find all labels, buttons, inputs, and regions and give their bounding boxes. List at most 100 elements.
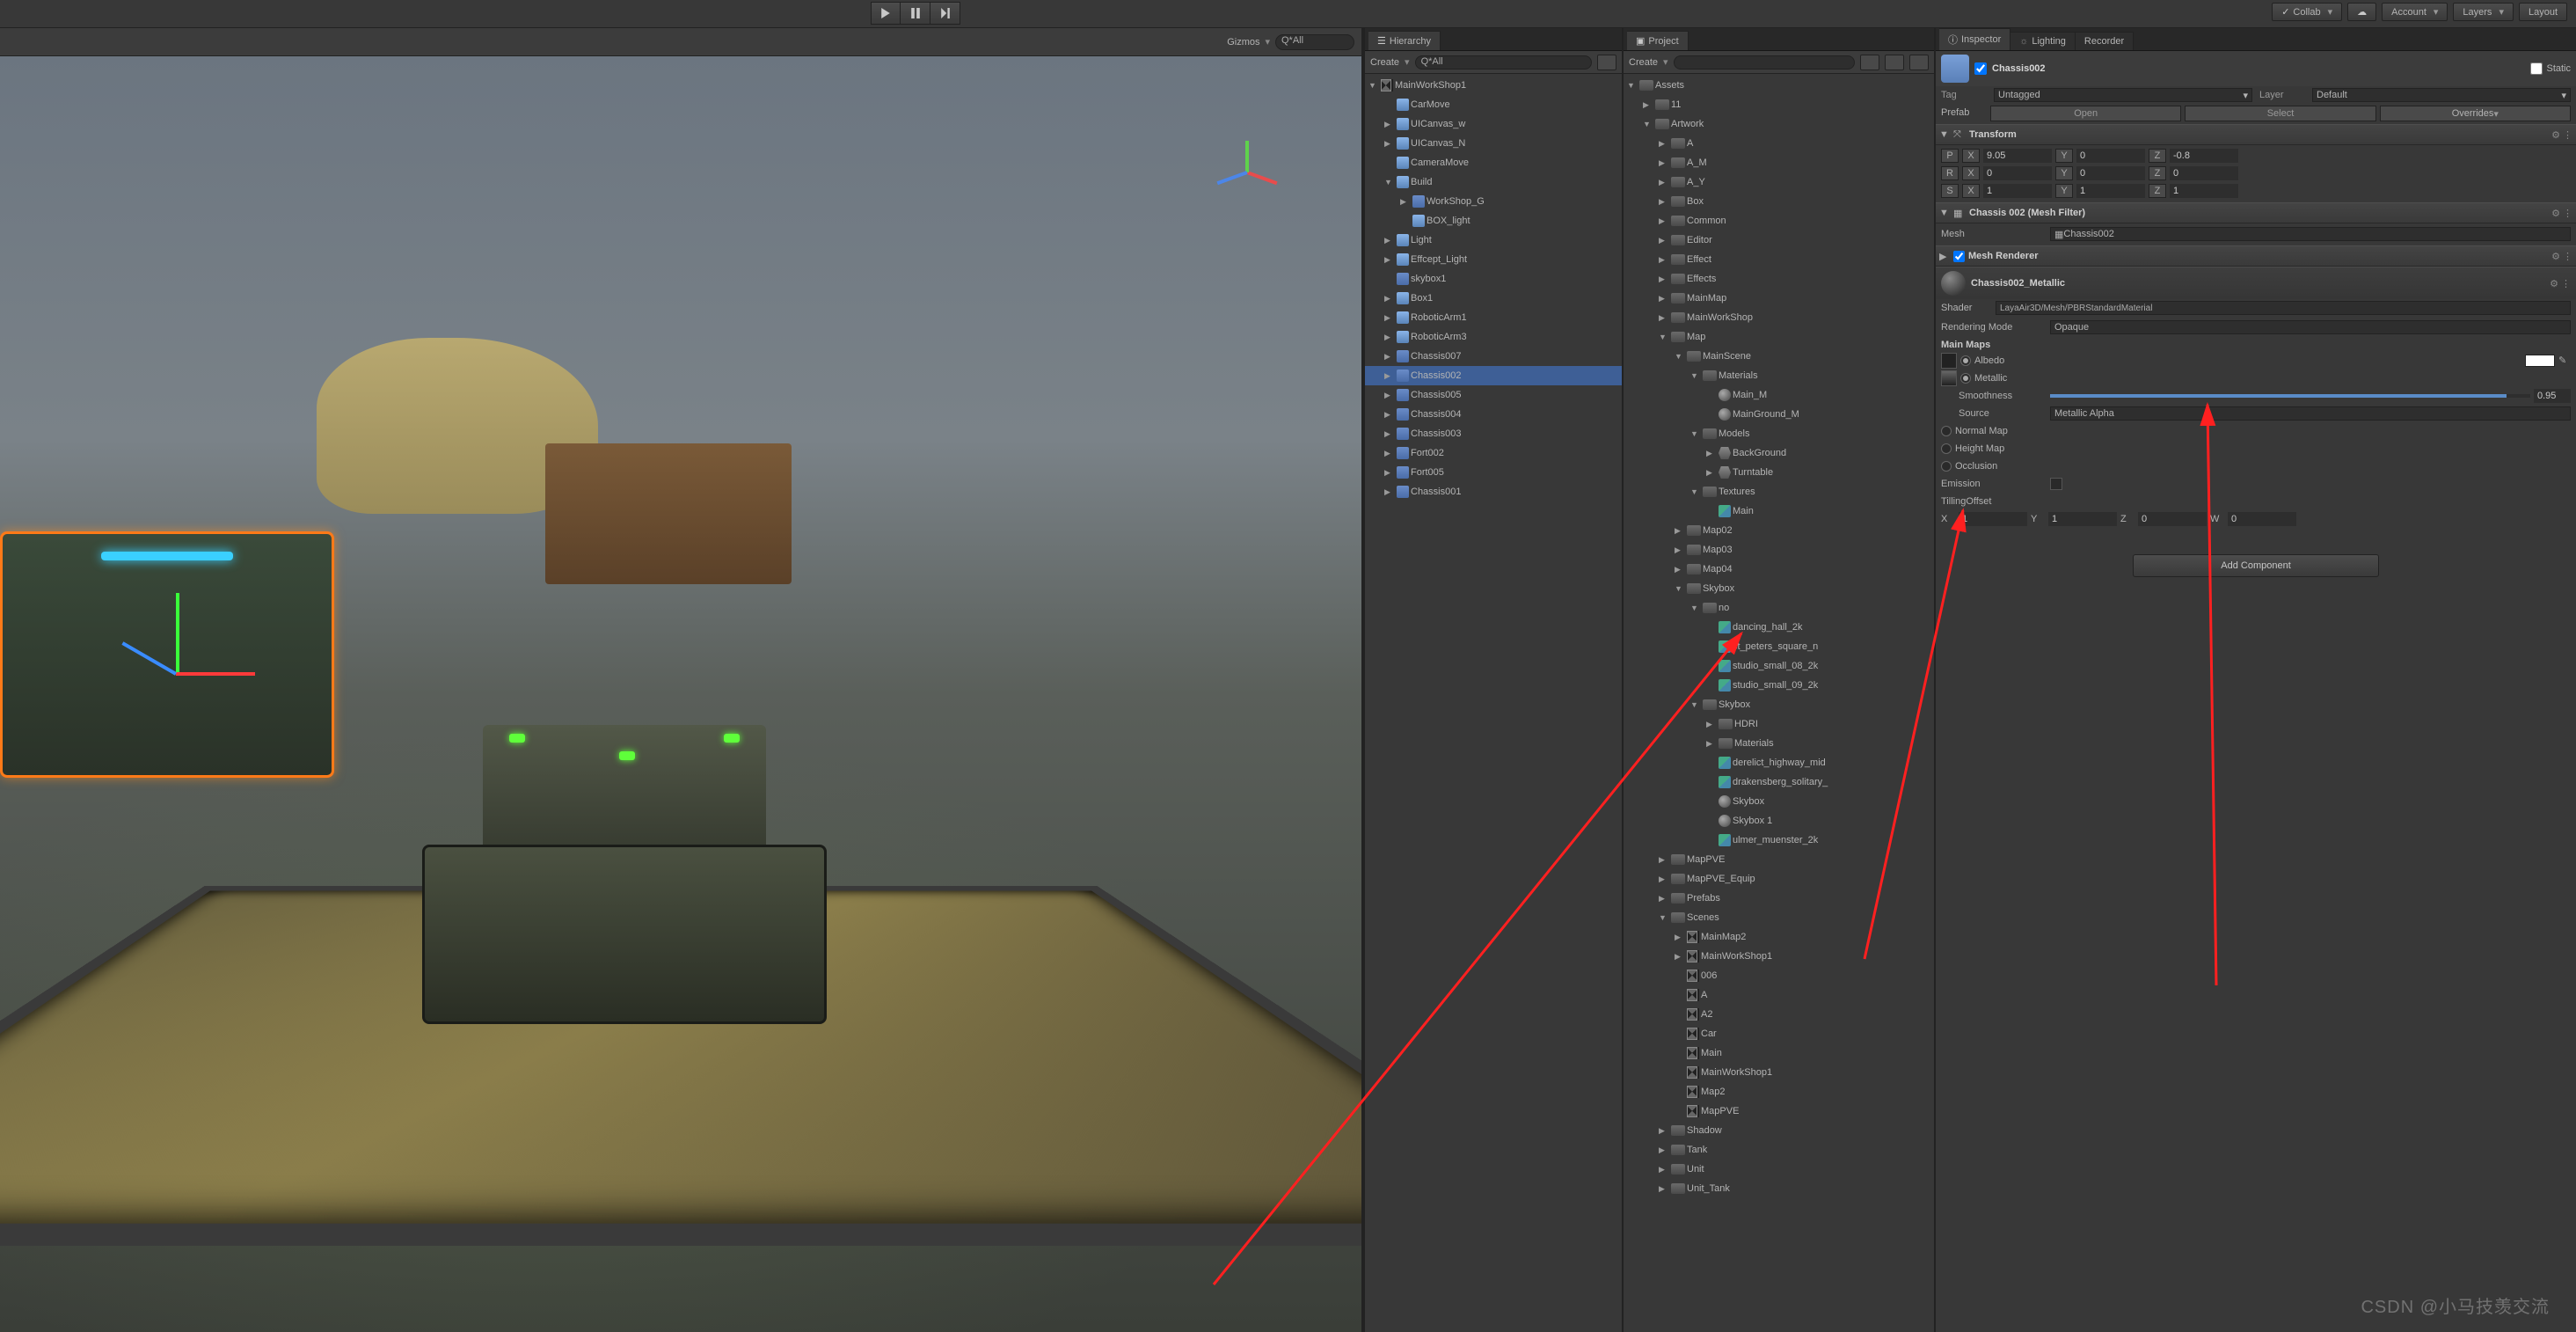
tree-row[interactable]: ▶Chassis004 <box>1365 405 1622 424</box>
material-header[interactable]: Chassis002_Metallic ⚙ ⋮ <box>1936 267 2576 299</box>
tiling-y[interactable] <box>2048 512 2117 526</box>
tree-row[interactable]: skybox1 <box>1365 269 1622 289</box>
tree-row[interactable]: ▶A <box>1624 134 1934 153</box>
tree-row[interactable]: ▶Map04 <box>1624 560 1934 579</box>
tree-row[interactable]: ▶Chassis002 <box>1365 366 1622 385</box>
tree-row[interactable]: ▶Box <box>1624 192 1934 211</box>
hierarchy-options-icon[interactable] <box>1597 55 1616 70</box>
tree-row[interactable]: ▶RoboticArm1 <box>1365 308 1622 327</box>
collab-button[interactable]: ✓ Collab <box>2272 3 2342 21</box>
account-button[interactable]: Account <box>2382 3 2448 21</box>
normal-radio[interactable] <box>1941 426 1952 436</box>
tree-row[interactable]: ▶HDRI <box>1624 714 1934 734</box>
tree-row[interactable]: ▶Light <box>1365 231 1622 250</box>
tree-row[interactable]: MainWorkShop1 <box>1624 1063 1934 1082</box>
recorder-tab[interactable]: Recorder <box>2076 32 2134 50</box>
rendering-mode-dropdown[interactable]: Opaque <box>2050 320 2571 334</box>
tree-row[interactable]: ▶Fort005 <box>1365 463 1622 482</box>
smoothness-slider[interactable] <box>2050 394 2530 398</box>
tree-row[interactable]: ▶Effect <box>1624 250 1934 269</box>
project-tab[interactable]: ▣ Project <box>1627 31 1689 50</box>
hierarchy-tree[interactable]: ▼MainWorkShop1CarMove▶UICanvas_w▶UICanva… <box>1365 74 1622 1332</box>
tiling-w[interactable] <box>2228 512 2296 526</box>
tree-row[interactable]: Car <box>1624 1024 1934 1043</box>
albedo-texture-slot[interactable] <box>1941 353 1957 369</box>
metallic-radio[interactable] <box>1960 373 1971 384</box>
project-search[interactable] <box>1674 55 1855 70</box>
tree-row[interactable]: ▶WorkShop_G <box>1365 192 1622 211</box>
albedo-radio[interactable] <box>1960 355 1971 366</box>
project-create[interactable]: Create <box>1629 57 1658 68</box>
tiling-x[interactable] <box>1959 512 2027 526</box>
tree-row[interactable]: drakensberg_solitary_ <box>1624 772 1934 792</box>
tree-row[interactable]: ▼Skybox <box>1624 579 1934 598</box>
hierarchy-tab[interactable]: ☰ Hierarchy <box>1368 31 1441 50</box>
prefab-select-button[interactable]: Select <box>2185 106 2375 121</box>
tree-row[interactable]: ▶Chassis001 <box>1365 482 1622 501</box>
tree-row[interactable]: Main <box>1624 1043 1934 1063</box>
tree-row[interactable]: ▶MainWorkShop <box>1624 308 1934 327</box>
hierarchy-create[interactable]: Create <box>1370 57 1399 68</box>
scale-z-field[interactable] <box>2170 184 2238 198</box>
tree-row[interactable]: ▶MainMap <box>1624 289 1934 308</box>
metallic-texture-slot[interactable] <box>1941 370 1957 386</box>
pos-x-field[interactable] <box>1983 149 2052 163</box>
tree-row[interactable]: ▶Turntable <box>1624 463 1934 482</box>
scene-canvas[interactable] <box>0 56 1361 1332</box>
tree-row[interactable]: ▶BackGround <box>1624 443 1934 463</box>
tree-row[interactable]: ▶UICanvas_N <box>1365 134 1622 153</box>
tree-row[interactable]: ▶Map02 <box>1624 521 1934 540</box>
tree-row[interactable]: ▼Textures <box>1624 482 1934 501</box>
tree-row[interactable]: ulmer_muenster_2k <box>1624 831 1934 850</box>
tree-row[interactable]: derelict_highway_mid <box>1624 753 1934 772</box>
lighting-tab[interactable]: ☼ Lighting <box>2010 32 2076 50</box>
albedo-color-swatch[interactable] <box>2525 355 2555 367</box>
eyedropper-icon[interactable]: ✎ <box>2558 355 2571 367</box>
tree-row[interactable]: ▼Assets <box>1624 76 1934 95</box>
tree-row[interactable]: A <box>1624 985 1934 1005</box>
tiling-z[interactable] <box>2138 512 2207 526</box>
inspector-tab[interactable]: ⓘ Inspector <box>1939 28 2010 50</box>
scene-search[interactable]: Q*All <box>1275 34 1354 50</box>
tree-row[interactable]: MapPVE <box>1624 1101 1934 1121</box>
tree-row[interactable]: ▼Materials <box>1624 366 1934 385</box>
step-button[interactable] <box>930 2 960 25</box>
tree-row[interactable]: st_peters_square_n <box>1624 637 1934 656</box>
tree-row[interactable]: BOX_light <box>1365 211 1622 231</box>
tree-row[interactable]: ▶Unit_Tank <box>1624 1179 1934 1198</box>
tree-row[interactable]: ▼no <box>1624 598 1934 618</box>
tree-row[interactable]: ▶Editor <box>1624 231 1934 250</box>
tree-row[interactable]: Map2 <box>1624 1082 1934 1101</box>
tree-row[interactable]: ▼Scenes <box>1624 908 1934 927</box>
tag-dropdown[interactable]: Untagged▾ <box>1994 88 2252 102</box>
tree-row[interactable]: ▶A_M <box>1624 153 1934 172</box>
mesh-field[interactable]: ▦ Chassis002 <box>2050 227 2571 241</box>
tree-row[interactable]: Main <box>1624 501 1934 521</box>
mesh-renderer-enabled[interactable] <box>1953 251 1965 262</box>
transform-gear-icon[interactable]: ⚙ ⋮ <box>2551 129 2572 141</box>
tree-row[interactable]: ▶Shadow <box>1624 1121 1934 1140</box>
tree-row[interactable]: Main_M <box>1624 385 1934 405</box>
tree-row[interactable]: ▶MapPVE <box>1624 850 1934 869</box>
rot-z-field[interactable] <box>2170 166 2238 180</box>
tree-row[interactable]: ▶Unit <box>1624 1160 1934 1179</box>
tree-row[interactable]: studio_small_08_2k <box>1624 656 1934 676</box>
tree-row[interactable]: ▼Build <box>1365 172 1622 192</box>
scale-y-field[interactable] <box>2076 184 2145 198</box>
gizmos-label[interactable]: Gizmos <box>1227 37 1259 48</box>
tree-row[interactable]: CameraMove <box>1365 153 1622 172</box>
tree-row[interactable]: ▶Box1 <box>1365 289 1622 308</box>
tree-row[interactable]: ▼Skybox <box>1624 695 1934 714</box>
tree-row[interactable]: ▼MainScene <box>1624 347 1934 366</box>
tree-row[interactable]: ▶MainMap2 <box>1624 927 1934 947</box>
tree-row[interactable]: ▼Models <box>1624 424 1934 443</box>
rot-x-field[interactable] <box>1983 166 2052 180</box>
shader-dropdown[interactable]: LayaAir3D/Mesh/PBRStandardMaterial <box>1996 301 2571 315</box>
gameobject-icon[interactable] <box>1941 55 1969 83</box>
source-dropdown[interactable]: Metallic Alpha <box>2050 406 2571 421</box>
emission-checkbox[interactable] <box>2050 478 2062 490</box>
tree-row[interactable]: studio_small_09_2k <box>1624 676 1934 695</box>
mesh-filter-gear-icon[interactable]: ⚙ ⋮ <box>2551 208 2572 219</box>
tree-row[interactable]: ▶Common <box>1624 211 1934 231</box>
tree-row[interactable]: ▶Prefabs <box>1624 889 1934 908</box>
